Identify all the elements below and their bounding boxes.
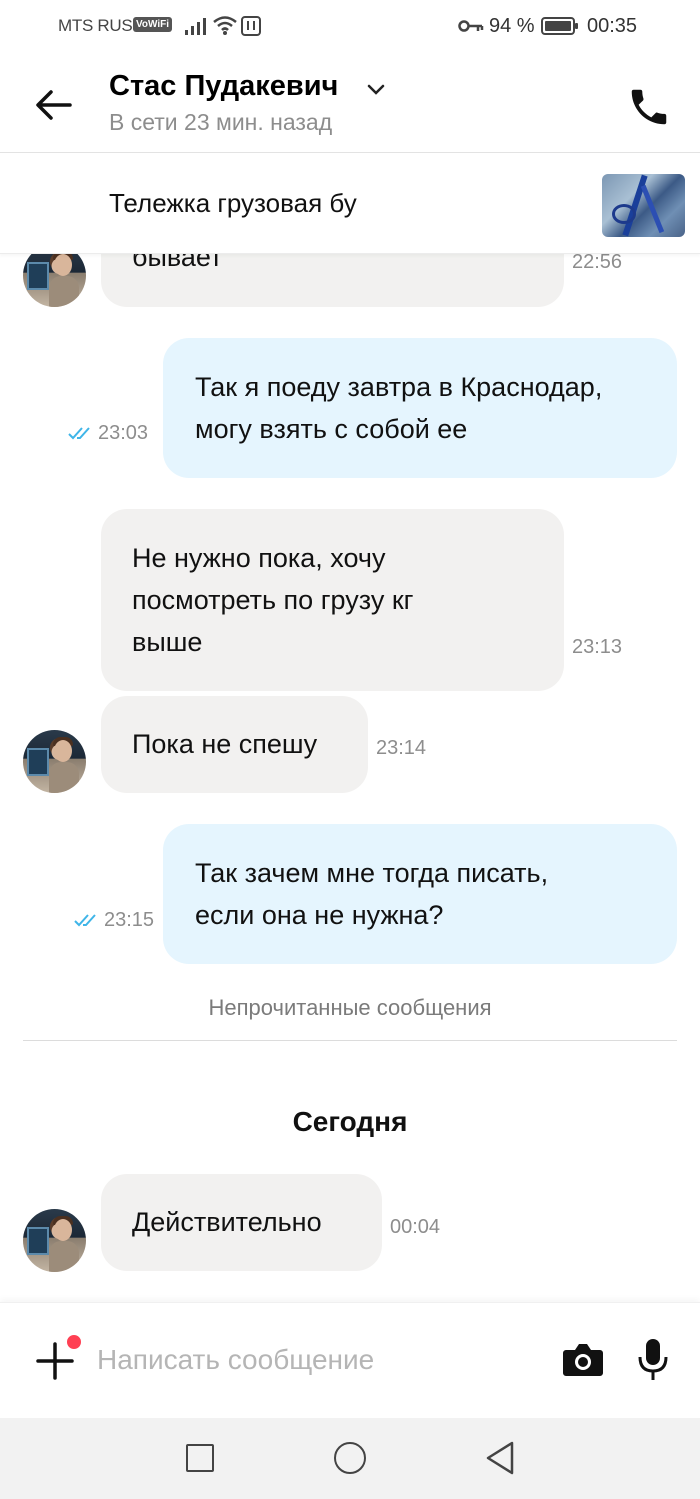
message-time: 23:14 [376, 737, 427, 759]
message-text: Пока не спешу [132, 729, 318, 759]
message-composer [0, 1302, 700, 1418]
message-bubble-incoming[interactable]: бывает [101, 254, 564, 307]
listing-thumbnail[interactable] [602, 174, 685, 237]
message-time: 23:15 [104, 909, 155, 931]
battery-percent: 94 % [489, 15, 535, 37]
message-time: 23:03 [98, 422, 149, 444]
carrier-name: MTS RUS [58, 16, 133, 35]
signal-icon [185, 18, 206, 35]
battery-icon [541, 17, 578, 35]
avatar[interactable] [23, 730, 86, 793]
back-arrow-icon[interactable] [34, 88, 74, 122]
message-bubble-incoming[interactable]: Не нужно пока, хочу посмотреть по грузу … [101, 509, 564, 691]
message-text: Так зачем мне тогда писать, если она не … [195, 858, 549, 930]
message-input[interactable] [97, 1335, 537, 1385]
message-bubble-outgoing[interactable]: Так я поеду завтра в Краснодар, могу взя… [163, 338, 677, 478]
message-bubble-incoming[interactable]: Пока не спешу [101, 696, 368, 793]
message-bubble-incoming[interactable]: Действительно [101, 1174, 382, 1271]
day-separator: Сегодня [292, 1106, 408, 1137]
read-ticks-icon [74, 914, 96, 927]
message-list[interactable]: бывает 22:56 23:03 Так я поеду завтра в … [0, 254, 700, 1302]
message-bubble-outgoing[interactable]: Так зачем мне тогда писать, если она не … [163, 824, 677, 964]
recent-apps-button[interactable] [186, 1444, 214, 1472]
message-time: 22:56 [572, 254, 623, 273]
phone-icon[interactable] [626, 84, 672, 130]
clock: 00:35 [587, 15, 638, 37]
wifi-icon [213, 16, 237, 35]
contact-status: В сети 23 мин. назад [109, 109, 333, 135]
read-ticks-icon [68, 427, 90, 440]
message-time: 23:13 [572, 636, 623, 658]
home-button[interactable] [334, 1442, 366, 1474]
message-text: Не нужно пока, хочу посмотреть по грузу … [132, 543, 414, 657]
avatar[interactable] [23, 254, 86, 307]
microphone-icon[interactable] [636, 1337, 670, 1383]
divider [23, 1040, 677, 1041]
listing-banner[interactable]: Тележка грузовая бу [0, 154, 700, 254]
message-text: Так я поеду завтра в Краснодар, могу взя… [195, 372, 603, 444]
notification-dot [64, 1332, 84, 1352]
key-icon [458, 20, 484, 32]
chevron-down-icon[interactable] [366, 82, 386, 98]
message-time: 00:04 [390, 1216, 441, 1238]
message-text: Действительно [132, 1207, 322, 1237]
status-bar: MTS RUS VoWiFi 94 % 00:35 [0, 0, 700, 52]
system-navigation-bar [0, 1418, 700, 1499]
chat-header: Стас Пудакевич В сети 23 мин. назад [0, 52, 700, 153]
contact-name[interactable]: Стас Пудакевич [109, 70, 338, 103]
nfc-icon [241, 16, 261, 36]
back-triangle-icon[interactable] [484, 1440, 516, 1476]
message-text: бывает [132, 254, 223, 272]
camera-icon[interactable] [562, 1341, 604, 1379]
unread-messages-label: Непрочитанные сообщения [208, 995, 492, 1020]
avatar[interactable] [23, 1209, 86, 1272]
listing-title[interactable]: Тележка грузовая бу [109, 188, 357, 219]
vowifi-badge: VoWiFi [133, 17, 173, 32]
